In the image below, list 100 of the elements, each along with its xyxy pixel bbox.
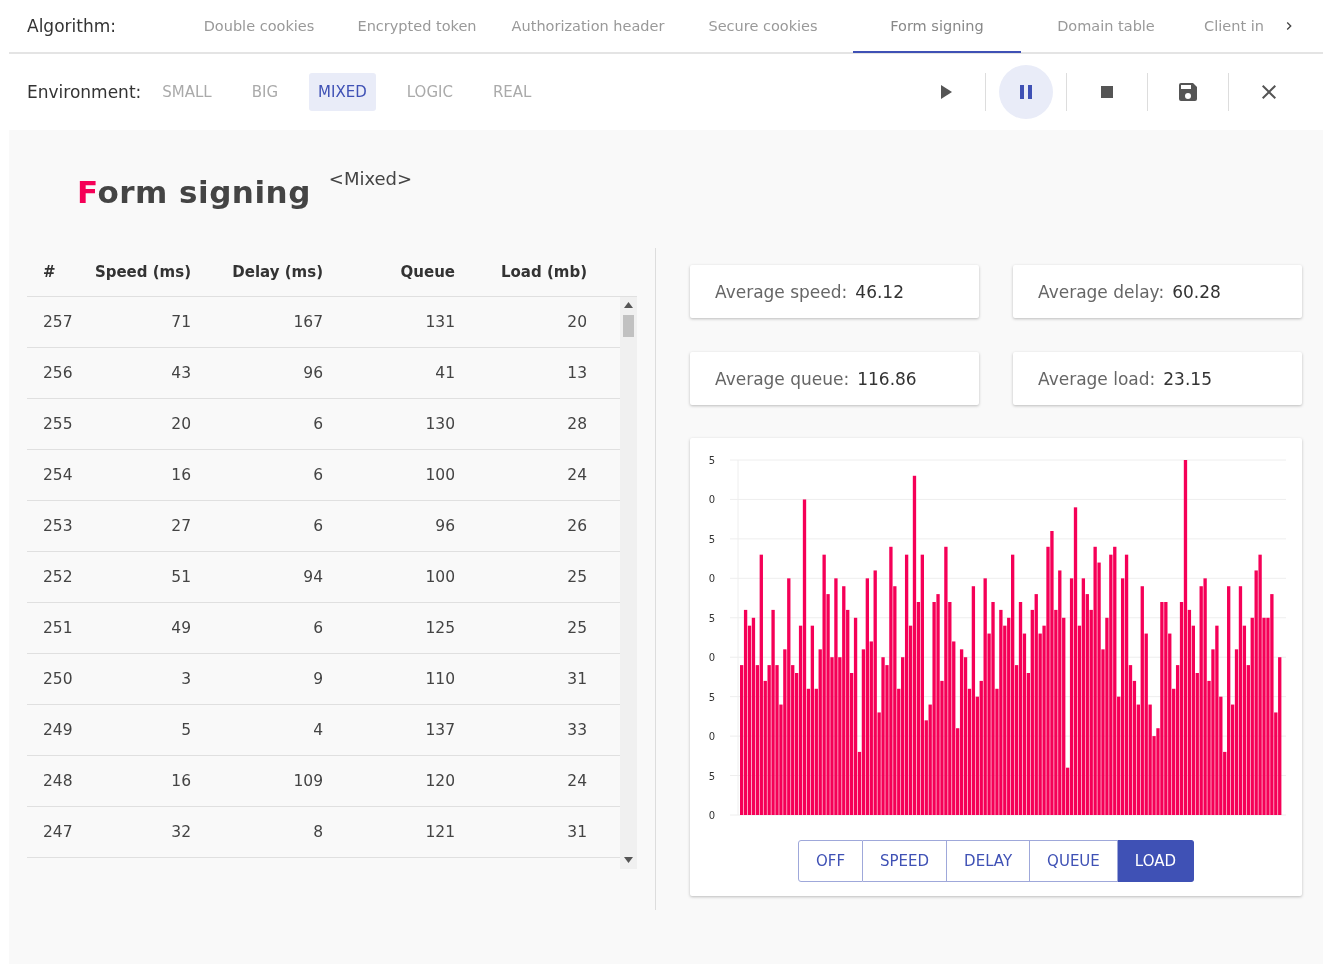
table-cell-text: 6 — [312, 619, 324, 637]
table-cell-text: 28 — [566, 415, 588, 433]
scroll-up-icon[interactable] — [624, 302, 633, 308]
scroll-down-icon[interactable] — [624, 857, 633, 863]
table-cell-text: 25 — [566, 619, 588, 637]
algorithm-tab[interactable]: Form signing — [853, 1, 1021, 53]
algorithm-label: Algorithm: — [27, 16, 117, 36]
algorithm-tab[interactable]: Double cookies — [187, 1, 331, 53]
chart-toggle[interactable]: OFF — [797, 840, 864, 882]
table-cell-text: 96 — [302, 364, 324, 382]
table-cell-text: 16 — [170, 466, 192, 484]
axis-tick-label: 0 — [708, 573, 715, 585]
column-header: # — [42, 263, 57, 281]
axis-tick-label: 5 — [708, 770, 715, 782]
table-cell-text: 253 — [42, 517, 74, 535]
table-cell-text: 8 — [312, 823, 324, 841]
axis-tick-label: 0 — [708, 731, 715, 743]
table-cell-text: 249 — [42, 721, 74, 739]
table-cell-text: 13 — [566, 364, 588, 382]
environment-option[interactable]: MIXED — [309, 73, 376, 111]
table-cell-text: 255 — [42, 415, 74, 433]
algorithm-tab[interactable]: Authorization header — [503, 1, 673, 53]
algorithm-tab[interactable]: Secure cookies — [673, 1, 853, 53]
stat-label: Average speed: — [715, 281, 848, 302]
table-cell-text: 5 — [180, 721, 192, 739]
table-cell-text: 131 — [424, 313, 456, 331]
algorithm-tab[interactable]: Client in — [1191, 1, 1277, 53]
table-cell-text: 137 — [424, 721, 456, 739]
column-header: Speed (ms) — [93, 263, 192, 281]
algorithm-tab[interactable]: Domain table — [1021, 1, 1191, 53]
table-cell-text: 167 — [292, 313, 324, 331]
table-cell-text: 120 — [424, 772, 456, 790]
environment-label: Environment: — [27, 82, 142, 102]
axis-tick-label: 5 — [708, 455, 715, 466]
table-cell-text: 6 — [312, 466, 324, 484]
table-cell-text: 248 — [42, 772, 74, 790]
table-cell-text: 254 — [42, 466, 74, 484]
environment-option[interactable]: REAL — [483, 73, 541, 111]
column-header: Load (mb) — [499, 263, 588, 281]
stat-value: 116.86 — [857, 368, 917, 389]
table-cell-text: 31 — [566, 670, 588, 688]
chart-toggle[interactable]: LOAD — [1117, 840, 1195, 882]
stat-label: Average queue: — [715, 368, 850, 389]
table-cell-text: 100 — [424, 466, 456, 484]
save-icon — [1176, 80, 1200, 104]
table-cell-text: 4 — [312, 721, 324, 739]
algorithm-tab[interactable]: Encrypted token — [331, 1, 503, 53]
stat-value: 46.12 — [855, 281, 904, 302]
chart-toggle[interactable]: SPEED — [863, 840, 948, 882]
table-cell-text: 109 — [292, 772, 324, 790]
table-cell-text: 26 — [566, 517, 588, 535]
table-cell-text: 51 — [170, 568, 192, 586]
column-header: Delay (ms) — [231, 263, 324, 281]
table-cell-text: 121 — [424, 823, 456, 841]
table-cell-text: 24 — [566, 772, 588, 790]
pause-button[interactable] — [999, 65, 1053, 119]
environment-option[interactable]: BIG — [242, 73, 288, 111]
table-cell-text: 20 — [170, 415, 192, 433]
table-cell-text: 6 — [312, 517, 324, 535]
table-cell-text: 41 — [434, 364, 456, 382]
table-cell-text: 20 — [566, 313, 588, 331]
table-cell-text: 3 — [180, 670, 192, 688]
stat-label: Average delay: — [1038, 281, 1165, 302]
table-cell-text: 25 — [566, 568, 588, 586]
page-title: Form signing — [77, 174, 311, 210]
column-header: Queue — [399, 263, 456, 281]
axis-tick-label: 5 — [708, 691, 715, 703]
table-cell-text: 256 — [42, 364, 74, 382]
table-cell-text: 125 — [424, 619, 456, 637]
axis-tick-label: 5 — [708, 533, 715, 545]
table-cell-text: 71 — [170, 313, 192, 331]
table-cell-text: 49 — [170, 619, 192, 637]
table-cell-text: 252 — [42, 568, 74, 586]
table-cell-text: 96 — [434, 517, 456, 535]
stat-value: 23.15 — [1163, 368, 1212, 389]
table-cell-text: 250 — [42, 670, 74, 688]
table-cell-text: 94 — [302, 568, 324, 586]
table-cell-text: 247 — [42, 823, 74, 841]
stat-value: 60.28 — [1172, 281, 1221, 302]
table-cell-text: 110 — [424, 670, 456, 688]
scrollbar[interactable] — [620, 297, 637, 869]
table-cell-text: 130 — [424, 415, 456, 433]
table-cell-text: 251 — [42, 619, 74, 637]
table-cell-text: 6 — [312, 415, 324, 433]
axis-tick-label: 0 — [708, 652, 715, 664]
table-cell-text: 43 — [170, 364, 192, 382]
stat-label: Average load: — [1038, 368, 1156, 389]
table-cell-text: 32 — [170, 823, 192, 841]
chart-toggle[interactable]: QUEUE — [1030, 840, 1118, 882]
axis-tick-label: 5 — [708, 612, 715, 624]
table-cell-text: 24 — [566, 466, 588, 484]
chart-toggle[interactable]: DELAY — [947, 840, 1031, 882]
table-cell-text: 16 — [170, 772, 192, 790]
axis-tick-label: 0 — [708, 810, 715, 821]
environment-option[interactable]: SMALL — [153, 73, 221, 111]
scrollbar-thumb[interactable] — [623, 315, 634, 337]
table-cell-text: 100 — [424, 568, 456, 586]
environment-option[interactable]: LOGIC — [397, 73, 462, 111]
table-cell-text: 27 — [170, 517, 192, 535]
page-subtitle: <Mixed> — [328, 168, 413, 189]
